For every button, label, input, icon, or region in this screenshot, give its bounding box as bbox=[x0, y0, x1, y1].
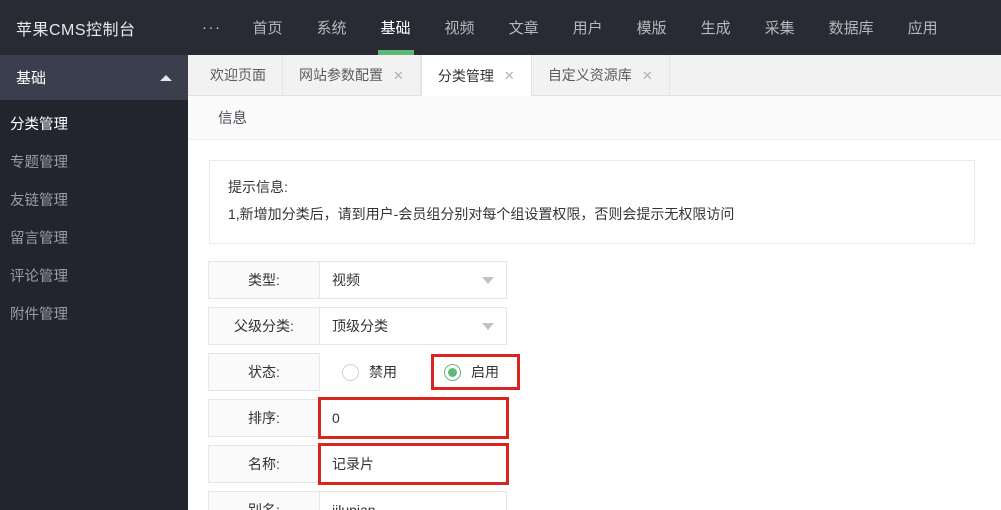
label-status: 状态: bbox=[208, 353, 320, 391]
input-name-value: 记录片 bbox=[332, 456, 374, 472]
close-icon[interactable]: ✕ bbox=[504, 69, 515, 82]
tab-custom-resource-lib[interactable]: 自定义资源库 ✕ bbox=[532, 55, 670, 95]
nav-item-app[interactable]: 应用 bbox=[891, 0, 955, 55]
sidebar-item-message-manage[interactable]: 留言管理 bbox=[0, 218, 188, 256]
status-radio-group: 禁用 启用 bbox=[320, 353, 528, 391]
nav-item-system[interactable]: 系统 bbox=[300, 0, 364, 55]
tab-label: 欢迎页面 bbox=[210, 67, 266, 83]
tab-label: 分类管理 bbox=[437, 67, 494, 84]
radio-checked-icon bbox=[444, 363, 461, 381]
notice-title: 提示信息: bbox=[228, 179, 288, 195]
radio-unchecked-icon bbox=[342, 363, 359, 381]
section-title: 信息 bbox=[218, 111, 247, 127]
sidebar-item-topic-manage[interactable]: 专题管理 bbox=[0, 142, 188, 180]
main-content: 欢迎页面 网站参数配置 ✕ 分类管理 ✕ 自定义资源库 ✕ 信息 提示信息: 1… bbox=[188, 55, 1001, 510]
sidebar-group-label: 基础 bbox=[16, 70, 47, 87]
close-icon[interactable]: ✕ bbox=[642, 69, 653, 82]
caret-up-icon[interactable] bbox=[160, 74, 172, 81]
label-parent-category: 父级分类: bbox=[208, 307, 320, 345]
nav-item-user[interactable]: 用户 bbox=[556, 0, 620, 55]
select-parent-value: 顶级分类 bbox=[332, 318, 388, 334]
nav-item-basic[interactable]: 基础 bbox=[364, 0, 428, 55]
radio-status-disabled[interactable]: 禁用 bbox=[340, 355, 411, 389]
form-row-sort: 排序: 0 bbox=[208, 397, 1001, 439]
select-type-value: 视频 bbox=[332, 272, 360, 288]
tab-label: 网站参数配置 bbox=[299, 67, 383, 83]
tab-bar: 欢迎页面 网站参数配置 ✕ 分类管理 ✕ 自定义资源库 ✕ bbox=[188, 55, 1001, 96]
sidebar-item-friendlink-manage[interactable]: 友链管理 bbox=[0, 180, 188, 218]
nav-item-home[interactable]: 首页 bbox=[236, 0, 300, 55]
section-header: 信息 bbox=[188, 96, 1001, 140]
sidebar-group-basic[interactable]: 基础 bbox=[0, 55, 188, 100]
form-row-alias: 别名: jilupian bbox=[208, 491, 1001, 510]
input-name[interactable]: 记录片 bbox=[318, 443, 509, 485]
tab-welcome-page[interactable]: 欢迎页面 bbox=[194, 55, 283, 95]
close-icon[interactable]: ✕ bbox=[393, 69, 404, 82]
radio-label-enabled: 启用 bbox=[471, 364, 499, 380]
nav-item-article[interactable]: 文章 bbox=[492, 0, 556, 55]
label-type: 类型: bbox=[208, 261, 320, 299]
form-row-name: 名称: 记录片 bbox=[208, 443, 1001, 485]
admin-console-page: 苹果CMS控制台 ··· 首页 系统 基础 视频 文章 用户 模版 生成 采集 … bbox=[0, 0, 1001, 510]
tab-category-manage[interactable]: 分类管理 ✕ bbox=[420, 55, 532, 96]
sidebar-item-category-manage[interactable]: 分类管理 bbox=[0, 104, 188, 142]
sidebar: 基础 分类管理 专题管理 友链管理 留言管理 评论管理 附件管理 bbox=[0, 55, 188, 510]
chevron-down-icon bbox=[482, 323, 494, 330]
label-sort: 排序: bbox=[208, 399, 320, 437]
notice-line-1: 1,新增加分类后，请到用户-会员组分别对每个组设置权限，否则会提示无权限访问 bbox=[228, 206, 735, 222]
top-header-bar: 苹果CMS控制台 ··· 首页 系统 基础 视频 文章 用户 模版 生成 采集 … bbox=[0, 0, 1001, 55]
label-alias: 别名: bbox=[208, 491, 320, 510]
input-sort-value: 0 bbox=[332, 410, 340, 426]
nav-item-template[interactable]: 模版 bbox=[620, 0, 684, 55]
form-body: 提示信息: 1,新增加分类后，请到用户-会员组分别对每个组设置权限，否则会提示无… bbox=[188, 140, 1001, 510]
radio-label-disabled: 禁用 bbox=[369, 364, 397, 380]
tab-label: 自定义资源库 bbox=[547, 67, 632, 83]
category-form: 类型: 视频 父级分类: 顶级分类 状态: 禁用 启用 排序: 0 名称: 记录… bbox=[208, 261, 1001, 510]
select-parent-category[interactable]: 顶级分类 bbox=[320, 307, 507, 345]
sidebar-menu-list: 分类管理 专题管理 友链管理 留言管理 评论管理 附件管理 bbox=[0, 100, 188, 510]
tab-site-config[interactable]: 网站参数配置 ✕ bbox=[283, 55, 421, 95]
sidebar-item-attachment-manage[interactable]: 附件管理 bbox=[0, 294, 188, 332]
notice-panel: 提示信息: 1,新增加分类后，请到用户-会员组分别对每个组设置权限，否则会提示无… bbox=[209, 160, 975, 244]
nav-item-video[interactable]: 视频 bbox=[428, 0, 492, 55]
nav-more-icon[interactable]: ··· bbox=[188, 0, 236, 55]
form-row-status: 状态: 禁用 启用 bbox=[208, 353, 1001, 391]
form-row-type: 类型: 视频 bbox=[208, 261, 1001, 299]
nav-item-collect[interactable]: 采集 bbox=[748, 0, 812, 55]
form-row-parent-category: 父级分类: 顶级分类 bbox=[208, 307, 1001, 345]
brand-title: 苹果CMS控制台 bbox=[0, 0, 188, 55]
chevron-down-icon bbox=[482, 277, 494, 284]
input-alias-value: jilupian bbox=[332, 502, 376, 510]
input-sort[interactable]: 0 bbox=[318, 397, 509, 439]
input-alias[interactable]: jilupian bbox=[320, 491, 507, 510]
top-navigation: ··· 首页 系统 基础 视频 文章 用户 模版 生成 采集 数据库 应用 bbox=[188, 0, 1001, 55]
select-type[interactable]: 视频 bbox=[320, 261, 507, 299]
nav-item-generate[interactable]: 生成 bbox=[684, 0, 748, 55]
radio-status-enabled[interactable]: 启用 bbox=[431, 354, 520, 390]
sidebar-item-comment-manage[interactable]: 评论管理 bbox=[0, 256, 188, 294]
label-name: 名称: bbox=[208, 445, 320, 483]
nav-item-database[interactable]: 数据库 bbox=[812, 0, 891, 55]
